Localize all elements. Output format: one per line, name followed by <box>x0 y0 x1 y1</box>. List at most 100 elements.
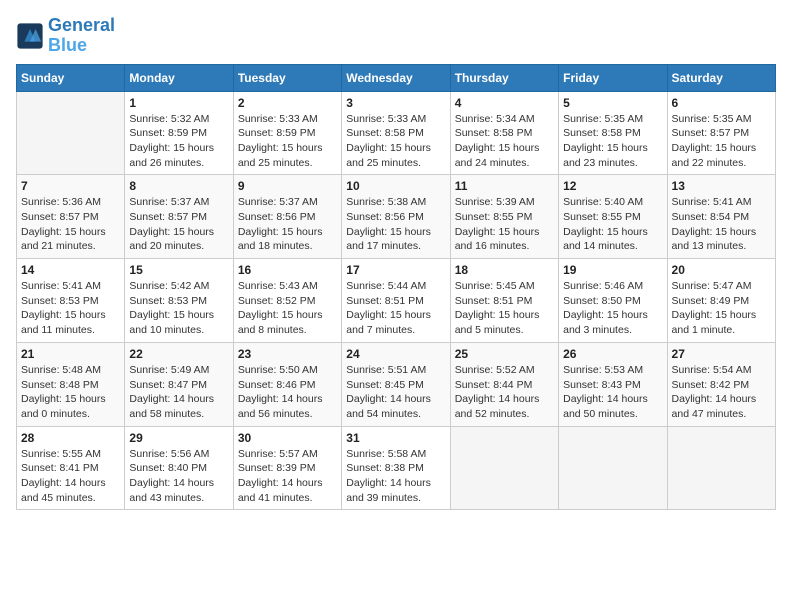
calendar-cell: 31 Sunrise: 5:58 AM Sunset: 8:38 PM Dayli… <box>342 426 450 510</box>
date-number: 19 <box>563 263 662 277</box>
calendar-cell: 18Sunrise: 5:45 AM Sunset: 8:51 PM Dayli… <box>450 259 558 343</box>
cell-info: Sunrise: 5:41 AM Sunset: 8:53 PM Dayligh… <box>21 279 120 338</box>
calendar-cell: 12 Sunrise: 5:40 AM Sunset: 8:55 PM Dayli… <box>559 175 667 259</box>
calendar-cell: 11 Sunrise: 5:39 AM Sunset: 8:55 PM Dayli… <box>450 175 558 259</box>
calendar-cell <box>667 426 775 510</box>
cell-info: Sunrise: 5:47 AM Sunset: 8:49 PM Dayligh… <box>672 279 771 338</box>
date-number: 27 <box>672 347 771 361</box>
weekday-header-tuesday: Tuesday <box>233 64 341 91</box>
calendar-cell: 19 Sunrise: 5:46 AM Sunset: 8:50 PM Dayli… <box>559 259 667 343</box>
cell-info: Sunrise: 5:46 AM Sunset: 8:50 PM Dayligh… <box>563 279 662 338</box>
calendar-cell: 15 Sunrise: 5:42 AM Sunset: 8:53 PM Dayli… <box>125 259 233 343</box>
date-number: 8 <box>129 179 228 193</box>
weekday-header-friday: Friday <box>559 64 667 91</box>
logo-text: GeneralBlue <box>48 16 115 56</box>
calendar-cell: 25Sunrise: 5:52 AM Sunset: 8:44 PM Dayli… <box>450 342 558 426</box>
date-number: 13 <box>672 179 771 193</box>
calendar-cell <box>559 426 667 510</box>
date-number: 26 <box>563 347 662 361</box>
cell-info: Sunrise: 5:48 AM Sunset: 8:48 PM Dayligh… <box>21 363 120 422</box>
calendar-cell: 6 Sunrise: 5:35 AM Sunset: 8:57 PM Daylig… <box>667 91 775 175</box>
cell-info: Sunrise: 5:43 AM Sunset: 8:52 PM Dayligh… <box>238 279 337 338</box>
cell-info: Sunrise: 5:37 AM Sunset: 8:56 PM Dayligh… <box>238 195 337 254</box>
cell-info: Sunrise: 5:34 AM Sunset: 8:58 PM Dayligh… <box>455 112 554 171</box>
calendar-cell: 1 Sunrise: 5:32 AM Sunset: 8:59 PM Daylig… <box>125 91 233 175</box>
cell-info: Sunrise: 5:52 AM Sunset: 8:44 PM Dayligh… <box>455 363 554 422</box>
calendar-cell: 22Sunrise: 5:49 AM Sunset: 8:47 PM Dayli… <box>125 342 233 426</box>
weekday-header-saturday: Saturday <box>667 64 775 91</box>
calendar-cell: 20 Sunrise: 5:47 AM Sunset: 8:49 PM Dayli… <box>667 259 775 343</box>
date-number: 6 <box>672 96 771 110</box>
date-number: 5 <box>563 96 662 110</box>
weekday-header-wednesday: Wednesday <box>342 64 450 91</box>
logo: GeneralBlue <box>16 16 115 56</box>
date-number: 2 <box>238 96 337 110</box>
cell-info: Sunrise: 5:51 AM Sunset: 8:45 PM Dayligh… <box>346 363 445 422</box>
cell-info: Sunrise: 5:39 AM Sunset: 8:55 PM Dayligh… <box>455 195 554 254</box>
cell-info: Sunrise: 5:56 AM Sunset: 8:40 PM Dayligh… <box>129 447 228 506</box>
cell-info: Sunrise: 5:50 AM Sunset: 8:46 PM Dayligh… <box>238 363 337 422</box>
page-header: GeneralBlue <box>16 16 776 56</box>
calendar-cell: 16 Sunrise: 5:43 AM Sunset: 8:52 PM Dayli… <box>233 259 341 343</box>
cell-info: Sunrise: 5:44 AM Sunset: 8:51 PM Dayligh… <box>346 279 445 338</box>
date-number: 20 <box>672 263 771 277</box>
calendar-cell <box>17 91 125 175</box>
date-number: 7 <box>21 179 120 193</box>
cell-info: Sunrise: 5:33 AM Sunset: 8:59 PM Dayligh… <box>238 112 337 171</box>
date-number: 1 <box>129 96 228 110</box>
cell-info: Sunrise: 5:41 AM Sunset: 8:54 PM Dayligh… <box>672 195 771 254</box>
calendar-cell <box>450 426 558 510</box>
date-number: 21 <box>21 347 120 361</box>
date-number: 16 <box>238 263 337 277</box>
cell-info: Sunrise: 5:53 AM Sunset: 8:43 PM Dayligh… <box>563 363 662 422</box>
weekday-header-monday: Monday <box>125 64 233 91</box>
date-number: 30 <box>238 431 337 445</box>
date-number: 12 <box>563 179 662 193</box>
date-number: 17 <box>346 263 445 277</box>
date-number: 24 <box>346 347 445 361</box>
date-number: 11 <box>455 179 554 193</box>
cell-info: Sunrise: 5:35 AM Sunset: 8:58 PM Dayligh… <box>563 112 662 171</box>
calendar-cell: 17 Sunrise: 5:44 AM Sunset: 8:51 PM Dayli… <box>342 259 450 343</box>
calendar-cell: 4 Sunrise: 5:34 AM Sunset: 8:58 PM Daylig… <box>450 91 558 175</box>
cell-info: Sunrise: 5:37 AM Sunset: 8:57 PM Dayligh… <box>129 195 228 254</box>
cell-info: Sunrise: 5:55 AM Sunset: 8:41 PM Dayligh… <box>21 447 120 506</box>
cell-info: Sunrise: 5:42 AM Sunset: 8:53 PM Dayligh… <box>129 279 228 338</box>
cell-info: Sunrise: 5:36 AM Sunset: 8:57 PM Dayligh… <box>21 195 120 254</box>
cell-info: Sunrise: 5:58 AM Sunset: 8:38 PM Dayligh… <box>346 447 445 506</box>
logo-icon <box>16 22 44 50</box>
calendar-cell: 30 Sunrise: 5:57 AM Sunset: 8:39 PM Dayli… <box>233 426 341 510</box>
cell-info: Sunrise: 5:40 AM Sunset: 8:55 PM Dayligh… <box>563 195 662 254</box>
cell-info: Sunrise: 5:49 AM Sunset: 8:47 PM Dayligh… <box>129 363 228 422</box>
date-number: 10 <box>346 179 445 193</box>
weekday-header-thursday: Thursday <box>450 64 558 91</box>
date-number: 28 <box>21 431 120 445</box>
cell-info: Sunrise: 5:54 AM Sunset: 8:42 PM Dayligh… <box>672 363 771 422</box>
cell-info: Sunrise: 5:57 AM Sunset: 8:39 PM Dayligh… <box>238 447 337 506</box>
calendar-cell: 24 Sunrise: 5:51 AM Sunset: 8:45 PM Dayli… <box>342 342 450 426</box>
date-number: 9 <box>238 179 337 193</box>
calendar-cell: 3Sunrise: 5:33 AM Sunset: 8:58 PM Daylig… <box>342 91 450 175</box>
calendar-cell: 13 Sunrise: 5:41 AM Sunset: 8:54 PM Dayli… <box>667 175 775 259</box>
cell-info: Sunrise: 5:38 AM Sunset: 8:56 PM Dayligh… <box>346 195 445 254</box>
calendar-cell: 8 Sunrise: 5:37 AM Sunset: 8:57 PM Daylig… <box>125 175 233 259</box>
calendar-cell: 27 Sunrise: 5:54 AM Sunset: 8:42 PM Dayli… <box>667 342 775 426</box>
cell-info: Sunrise: 5:35 AM Sunset: 8:57 PM Dayligh… <box>672 112 771 171</box>
cell-info: Sunrise: 5:33 AM Sunset: 8:58 PM Dayligh… <box>346 112 445 171</box>
date-number: 23 <box>238 347 337 361</box>
calendar-cell: 5 Sunrise: 5:35 AM Sunset: 8:58 PM Daylig… <box>559 91 667 175</box>
date-number: 15 <box>129 263 228 277</box>
calendar-cell: 7 Sunrise: 5:36 AM Sunset: 8:57 PM Daylig… <box>17 175 125 259</box>
date-number: 18 <box>455 263 554 277</box>
cell-info: Sunrise: 5:32 AM Sunset: 8:59 PM Dayligh… <box>129 112 228 171</box>
calendar-cell: 14Sunrise: 5:41 AM Sunset: 8:53 PM Dayli… <box>17 259 125 343</box>
calendar-cell: 23 Sunrise: 5:50 AM Sunset: 8:46 PM Dayli… <box>233 342 341 426</box>
calendar-cell: 26 Sunrise: 5:53 AM Sunset: 8:43 PM Dayli… <box>559 342 667 426</box>
calendar-cell: 2 Sunrise: 5:33 AM Sunset: 8:59 PM Daylig… <box>233 91 341 175</box>
date-number: 29 <box>129 431 228 445</box>
date-number: 4 <box>455 96 554 110</box>
calendar-cell: 28 Sunrise: 5:55 AM Sunset: 8:41 PM Dayli… <box>17 426 125 510</box>
weekday-header-sunday: Sunday <box>17 64 125 91</box>
date-number: 31 <box>346 431 445 445</box>
calendar-cell: 10 Sunrise: 5:38 AM Sunset: 8:56 PM Dayli… <box>342 175 450 259</box>
